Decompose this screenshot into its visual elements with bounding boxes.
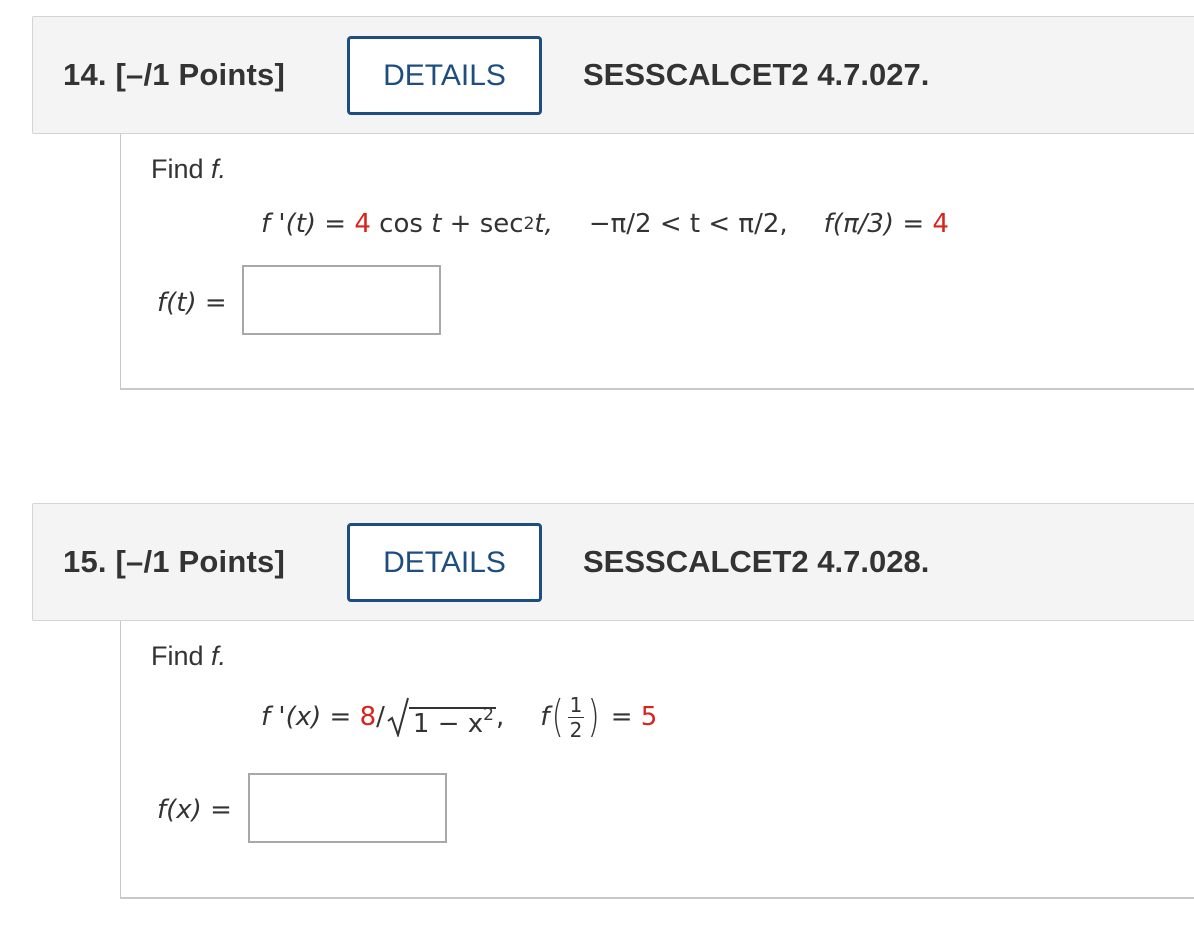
question-14-prompt: Find f. [151, 154, 227, 184]
radical-sign-icon [387, 697, 409, 737]
question-15-answer-input[interactable] [248, 773, 447, 843]
question-15-equation: f '(x) = 8 / 1 − x2 , f ( 1 2 ) = 5 [261, 691, 658, 742]
question-14-equation: f '(t) = 4 cos t + sec 2 t, −π/2 < t < π… [261, 209, 949, 239]
question-15-answer-label: f(x) = [157, 795, 232, 825]
question-15-number: 15. [–/1 Points] [63, 544, 285, 579]
question-15-prompt: Find f. [151, 641, 227, 671]
question-14-answer-input[interactable] [242, 265, 441, 335]
question-14-reference: SESSCALCET2 4.7.027. [583, 57, 930, 92]
question-15-details-button[interactable]: DETAILS [347, 523, 542, 602]
fraction-one-half: 1 2 [567, 692, 585, 742]
question-15-body: Find f. f '(x) = 8 / 1 − x2 , f ( 1 2 ) … [120, 621, 1194, 899]
assignment-page: 14. [–/1 Points] DETAILS SESSCALCET2 4.7… [0, 0, 1194, 952]
question-15-reference: SESSCALCET2 4.7.028. [583, 544, 930, 579]
question-14-number: 14. [–/1 Points] [63, 57, 285, 92]
square-root-symbol: 1 − x2 [387, 697, 496, 737]
question-14-answer-label: f(t) = [157, 288, 227, 318]
question-14-body: Find f. f '(t) = 4 cos t + sec 2 t, −π/2… [120, 134, 1194, 390]
question-14-details-button[interactable]: DETAILS [347, 36, 542, 115]
question-15-header: 15. [–/1 Points] DETAILS SESSCALCET2 4.7… [32, 503, 1194, 621]
question-14-header: 14. [–/1 Points] DETAILS SESSCALCET2 4.7… [32, 16, 1194, 134]
